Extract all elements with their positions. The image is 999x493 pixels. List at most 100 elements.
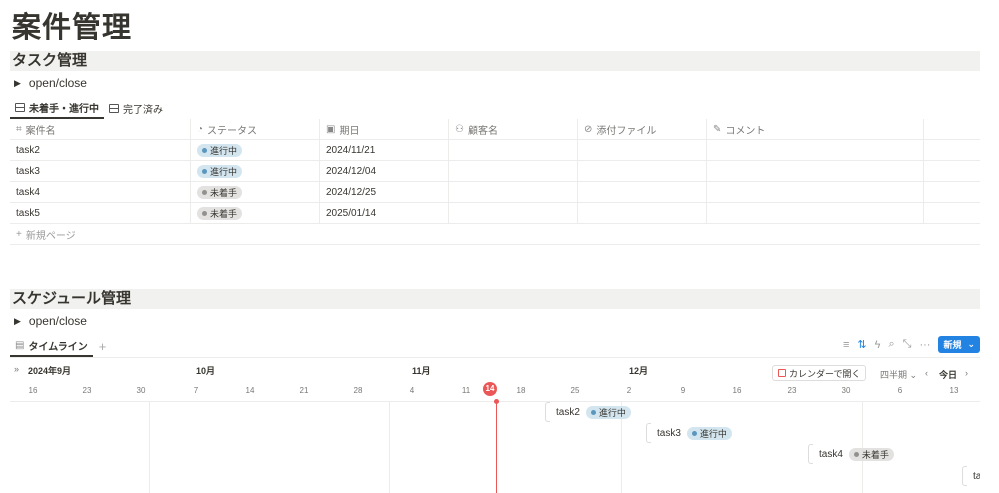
timeline-task[interactable]: tas (962, 466, 980, 486)
cell-name[interactable]: task5 (10, 203, 191, 224)
cell-status[interactable]: 未着手 (191, 182, 320, 203)
collapse-icon[interactable]: » (14, 364, 19, 374)
cell-attachment[interactable] (578, 140, 707, 161)
column-header-name[interactable]: ⌗ 案件名 (10, 119, 191, 140)
week-divider (149, 402, 150, 493)
column-header-comment[interactable]: ✎ コメント (707, 119, 924, 140)
column-header-due[interactable]: ▣ 期日 (320, 119, 449, 140)
day-label: 30 (136, 386, 146, 395)
cell-name[interactable]: task2 (10, 140, 191, 161)
timeline-icon: ▤ (15, 339, 25, 351)
cell-due[interactable]: 2024/11/21 (320, 140, 449, 161)
cell-comment[interactable] (707, 161, 924, 182)
task-view-tabs: 未着手・進行中 完了済み (10, 97, 980, 119)
new-button[interactable]: 新規 ⌄ (938, 336, 980, 353)
status-label: 進行中 (598, 407, 626, 418)
plus-icon: + (16, 228, 22, 240)
table-row[interactable]: task2 進行中 2024/11/21 (10, 140, 980, 161)
cell-status[interactable]: 進行中 (191, 161, 320, 182)
schedule-view-tabs: ▤ タイムライン + (10, 335, 980, 357)
column-header-customer[interactable]: ⚇ 顧客名 (449, 119, 578, 140)
month-label: 12月 (629, 366, 649, 376)
tab-active-tasks[interactable]: 未着手・進行中 (10, 97, 104, 119)
cell-name[interactable]: task4 (10, 182, 191, 203)
tab-timeline[interactable]: ▤ タイムライン (10, 335, 93, 357)
day-label: 23 (82, 386, 92, 395)
cell-name[interactable]: task3 (10, 161, 191, 182)
table-row[interactable]: task3 進行中 2024/12/04 (10, 161, 980, 182)
cell-customer[interactable] (449, 182, 578, 203)
timeline-task[interactable]: task2 進行中 (545, 402, 631, 422)
day-label: 13 (949, 386, 959, 395)
table-header: ⌗ 案件名 ◔ ステータス ▣ 期日 ⚇ 顧客名 ⊘ 添付ファイル ✎ コメント (10, 119, 980, 140)
new-page-label: 新規ページ (25, 230, 76, 242)
task-toggle[interactable]: ▶ open/close (14, 76, 87, 90)
timeline-task[interactable]: task3 進行中 (646, 423, 732, 443)
month-label: 11月 (412, 366, 431, 376)
next-icon[interactable]: › (965, 368, 968, 378)
paperclip-icon: ⊘ (584, 124, 593, 135)
title-icon: ⌗ (16, 124, 22, 135)
automation-icon[interactable]: ϟ (875, 339, 881, 351)
tab-label: 完了済み (123, 104, 163, 116)
day-label: 28 (353, 386, 363, 395)
status-badge: 進行中 (197, 165, 243, 178)
tab-completed[interactable]: 完了済み (104, 97, 168, 119)
cell-attachment[interactable] (578, 203, 707, 224)
cell-customer[interactable] (449, 161, 578, 182)
task-handle[interactable] (545, 402, 550, 422)
calendar-button-label: カレンダーで開く (789, 368, 861, 379)
status-badge: 未着手 (848, 447, 894, 461)
task-handle[interactable] (962, 466, 967, 486)
sort-icon[interactable]: ⇅ (857, 338, 866, 351)
status-label: 未着手 (861, 449, 889, 460)
status-badge: 未着手 (197, 207, 243, 220)
prev-icon[interactable]: ‹ (925, 368, 928, 378)
cell-comment[interactable] (707, 203, 924, 224)
cell-customer[interactable] (449, 140, 578, 161)
day-label: 6 (897, 386, 903, 395)
cell-comment[interactable] (707, 182, 924, 203)
new-page-button[interactable]: + 新規ページ (10, 224, 980, 245)
today-line (496, 402, 497, 493)
today-marker: 14 (483, 382, 497, 396)
column-label: コメント (725, 126, 766, 137)
week-divider (389, 402, 390, 493)
table-row[interactable]: task4 未着手 2024/12/25 (10, 182, 980, 203)
day-label: 25 (570, 386, 580, 395)
expand-icon[interactable]: ⤡ (903, 338, 912, 351)
calendar-icon (778, 369, 786, 377)
cell-attachment[interactable] (578, 182, 707, 203)
task-name: task4 (819, 448, 843, 460)
month-label: 2024年9月 (28, 366, 72, 376)
column-label: 期日 (339, 126, 360, 137)
column-header-add[interactable] (924, 119, 980, 140)
table-row[interactable]: task5 未着手 2025/01/14 (10, 203, 980, 224)
cell-due[interactable]: 2024/12/04 (320, 161, 449, 182)
table-icon (15, 102, 25, 112)
triangle-right-icon: ▶ (14, 77, 21, 88)
column-header-status[interactable]: ◔ ステータス (191, 119, 320, 140)
filter-icon[interactable]: ≡ (843, 339, 849, 351)
cell-empty (924, 140, 980, 161)
schedule-toggle[interactable]: ▶ open/close (14, 314, 87, 328)
timeline: » 2024年9月 10月 11月 12月 カレンダーで開く 四半期 ⌄ ‹ 今… (10, 357, 980, 493)
status-badge: 進行中 (686, 426, 732, 440)
column-header-attachment[interactable]: ⊘ 添付ファイル (578, 119, 707, 140)
cell-comment[interactable] (707, 140, 924, 161)
search-icon[interactable]: ⌕ (888, 338, 894, 351)
day-label: 2 (626, 386, 632, 395)
task-handle[interactable] (808, 444, 813, 464)
more-icon[interactable]: ··· (919, 339, 930, 351)
cell-status[interactable]: 未着手 (191, 203, 320, 224)
triangle-right-icon: ▶ (14, 315, 21, 326)
cell-due[interactable]: 2024/12/25 (320, 182, 449, 203)
add-view-icon[interactable]: + (99, 339, 107, 354)
cell-attachment[interactable] (578, 161, 707, 182)
task-handle[interactable] (646, 423, 651, 443)
cell-status[interactable]: 進行中 (191, 140, 320, 161)
cell-customer[interactable] (449, 203, 578, 224)
cell-due[interactable]: 2025/01/14 (320, 203, 449, 224)
open-calendar-button[interactable]: カレンダーで開く (772, 365, 867, 381)
timeline-task[interactable]: task4 未着手 (808, 444, 894, 464)
